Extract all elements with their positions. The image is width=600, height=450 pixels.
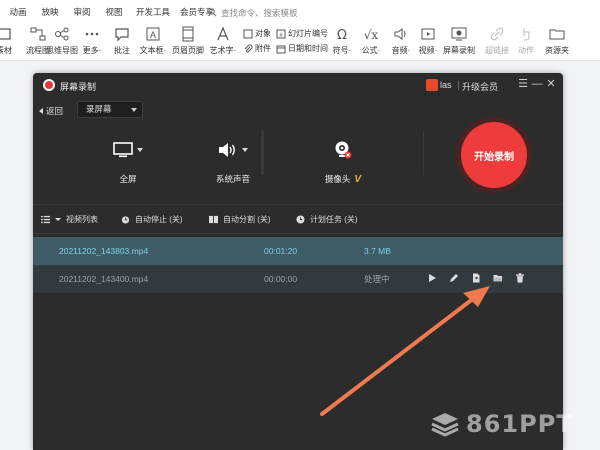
more-icon: [85, 32, 99, 36]
fullscreen-source[interactable]: 全屏: [88, 139, 168, 185]
file-status: 处理中: [364, 274, 390, 284]
date-time-icon: [276, 45, 286, 53]
options-divider: [33, 204, 563, 205]
file-name: 20211202_143803.mp4: [59, 246, 149, 256]
formula-icon: √x: [364, 28, 379, 42]
svg-text:√x: √x: [364, 28, 379, 42]
stopwatch-icon: [121, 216, 130, 224]
user-name[interactable]: las: [440, 80, 452, 90]
back-arrow-icon: [39, 108, 43, 114]
clock-icon: [296, 215, 305, 224]
vip-badge: V: [354, 173, 362, 185]
chevron-down-icon[interactable]: [242, 148, 248, 152]
svg-text:Ω: Ω: [337, 28, 347, 42]
textbox-icon: A: [146, 27, 160, 41]
chevron-down-icon: [131, 108, 137, 112]
stack-logo-icon: [431, 413, 459, 437]
split-icon: [209, 215, 218, 224]
screen-recorder-window: 屏幕录制 las 升级会员 ☰ — ✕ 返回 录屏幕 全屏 系统声音 摄像头 V…: [33, 73, 563, 450]
auto-split-option[interactable]: 自动分割 (关): [209, 214, 271, 225]
tab-developer[interactable]: 开发工具: [130, 6, 176, 18]
tab-slideshow[interactable]: 放映: [34, 6, 66, 18]
object-button[interactable]: 对象: [243, 28, 271, 39]
options-bottom-divider: [33, 233, 563, 234]
file-duration: 00:01:20: [264, 246, 298, 256]
start-record-button[interactable]: 开始录制: [461, 122, 527, 188]
attachment-icon: [244, 43, 253, 53]
export-icon[interactable]: [471, 273, 481, 283]
command-search[interactable]: 查找命令、搜索模板: [208, 6, 298, 19]
user-avatar[interactable]: [426, 79, 438, 91]
date-time-button[interactable]: 日期和时间: [276, 43, 328, 54]
material-icon: [0, 28, 11, 40]
video-list-row[interactable]: 20211202_143400.mp4 00:00:00 处理中: [33, 265, 563, 293]
speaker-icon: [219, 143, 235, 157]
tab-view[interactable]: 视图: [98, 6, 130, 18]
recorder-title: 屏幕录制: [60, 82, 97, 92]
header-footer-icon: [182, 26, 194, 42]
record-mode-select[interactable]: 录屏幕: [77, 101, 143, 118]
wordart-button[interactable]: 艺术字·: [203, 26, 243, 56]
audio-icon: [394, 28, 406, 40]
scheduled-task-option[interactable]: 计划任务 (关): [296, 214, 358, 225]
attachment-button[interactable]: 附件: [243, 43, 271, 54]
file-size: 3.7 MB: [364, 246, 391, 256]
delete-icon[interactable]: [515, 273, 525, 283]
object-icon: [243, 29, 253, 38]
list-icon: [41, 215, 50, 224]
play-icon[interactable]: [427, 273, 437, 283]
monitor-icon: [113, 142, 133, 158]
recorder-titlebar[interactable]: 屏幕录制 las 升级会员 ☰ — ✕: [33, 73, 563, 97]
screen-record-button[interactable]: 屏幕录制: [439, 26, 479, 56]
titlebar-separator: [458, 81, 459, 90]
ribbon-tabs: 动画 放映 审阅 视图 开发工具 会员专享: [0, 0, 600, 24]
system-audio-source[interactable]: 系统声音: [193, 139, 273, 185]
auto-stop-option[interactable]: 自动停止 (关): [121, 214, 183, 225]
video-icon: [421, 28, 435, 40]
symbol-icon: Ω: [337, 28, 347, 42]
watermark: 861PPT: [430, 410, 574, 438]
resource-button[interactable]: 资源夹: [537, 26, 577, 56]
source-divider: [423, 131, 424, 175]
chevron-down-icon: [55, 218, 61, 221]
comment-icon: [115, 28, 129, 42]
search-placeholder: 查找命令、搜索模板: [221, 7, 298, 18]
action-icon: [523, 28, 530, 41]
record-logo-icon: [43, 79, 55, 91]
video-list-option[interactable]: 视频列表: [41, 214, 98, 225]
hyperlink-icon: [490, 27, 504, 41]
header-footer-button[interactable]: 页眉页脚: [168, 26, 208, 56]
chevron-down-icon[interactable]: [137, 148, 143, 152]
webcam-source[interactable]: 摄像头 V: [303, 139, 383, 185]
upgrade-vip-link[interactable]: 升级会员: [462, 80, 498, 93]
svg-text:A: A: [150, 30, 156, 40]
video-list-row[interactable]: 20211202_143803.mp4 00:01:20 3.7 MB: [33, 237, 563, 265]
slide-number-button[interactable]: # 幻灯片编号: [276, 28, 328, 39]
wordart-icon: [217, 26, 229, 41]
tab-animation[interactable]: 动画: [2, 6, 34, 18]
file-duration: 00:00:00: [264, 274, 298, 284]
edit-icon[interactable]: [449, 273, 459, 283]
webcam-icon: [335, 141, 352, 159]
search-icon: [208, 8, 217, 17]
watermark-text: 861PPT: [466, 410, 574, 438]
resource-icon: [549, 29, 565, 40]
close-button[interactable]: ✕: [544, 77, 558, 91]
textbox-button[interactable]: A 文本框·: [133, 26, 173, 56]
minimize-button[interactable]: —: [530, 77, 544, 91]
tab-review[interactable]: 审阅: [66, 6, 98, 18]
menu-icon[interactable]: ☰: [516, 77, 530, 91]
ribbon-toolbar: 素材 流程图 思维导图 更多· 批注 A 文本框· 页眉页脚 艺术字· 对象 附…: [0, 24, 600, 60]
mindmap-icon: [55, 27, 69, 41]
back-button[interactable]: 返回: [39, 105, 63, 117]
row-actions: [427, 273, 525, 283]
file-name: 20211202_143400.mp4: [59, 274, 149, 284]
slide-number-icon: #: [276, 29, 286, 39]
start-record-ring: 开始录制: [456, 117, 532, 193]
open-folder-icon[interactable]: [493, 273, 503, 283]
screen-record-icon: [451, 27, 467, 41]
